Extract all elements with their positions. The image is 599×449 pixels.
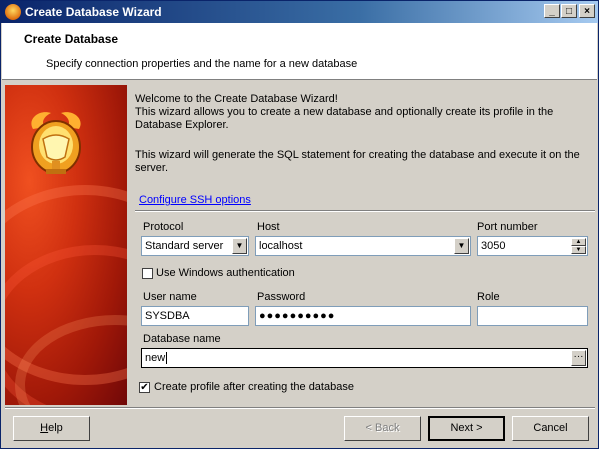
next-button[interactable]: Next > [428,416,505,441]
header-subtitle: Specify connection properties and the na… [46,58,358,70]
wizard-content: Welcome to the Create Database Wizard! T… [128,85,596,405]
wizard-sidebar-image [5,85,127,405]
back-button[interactable]: < Back [344,416,421,441]
window-title: Create Database Wizard [25,5,162,19]
windows-auth-checkbox[interactable] [142,268,153,279]
app-icon [5,4,21,20]
chevron-down-icon[interactable]: ▼ [454,238,469,254]
protocol-label: Protocol [143,221,184,233]
minimize-button[interactable]: _ [544,4,560,18]
help-button[interactable]: Help [13,416,90,441]
password-label: Password [257,291,306,303]
windows-auth-label: Use Windows authentication [156,267,295,279]
username-label: User name [143,291,197,303]
create-profile-checkbox[interactable]: ✔ [139,382,150,393]
password-input[interactable]: ●●●●●●●●●● [255,306,471,326]
protocol-select[interactable]: Standard server ▼ [141,236,249,256]
spin-down-icon[interactable]: ▼ [571,246,586,254]
host-combobox[interactable]: localhost ▼ [255,236,471,256]
chevron-down-icon[interactable]: ▼ [232,238,247,254]
username-input[interactable]: SYSDBA [141,306,249,326]
intro-line-4: This wizard will generate the SQL statem… [135,149,580,161]
title-bar[interactable]: Create Database Wizard _ □ × [1,1,598,23]
role-input[interactable] [477,306,588,326]
intro-line-2: This wizard allows you to create a new d… [135,106,554,118]
maximize-button[interactable]: □ [561,4,577,18]
footer-divider [5,407,595,409]
divider [135,210,595,212]
spin-up-icon[interactable]: ▲ [571,238,586,246]
dbname-input[interactable]: new ··· [141,348,588,368]
role-label: Role [477,291,500,303]
configure-ssh-link[interactable]: Configure SSH options [139,194,251,206]
create-profile-label: Create profile after creating the databa… [154,381,354,393]
dbname-label: Database name [143,333,221,345]
intro-line-1: Welcome to the Create Database Wizard! [135,93,338,105]
cancel-button[interactable]: Cancel [512,416,589,441]
port-label: Port number [477,221,538,233]
host-label: Host [257,221,280,233]
wizard-window: Create Database Wizard _ □ × Create Data… [0,0,599,449]
intro-line-5: server. [135,162,169,174]
wizard-header: Create Database Specify connection prope… [2,23,597,80]
port-spinbox[interactable]: 3050 ▲ ▼ [477,236,588,256]
firebird-logo-icon [31,112,81,174]
header-title: Create Database [24,32,119,46]
close-button[interactable]: × [579,4,595,18]
intro-line-3: Database Explorer. [135,119,229,131]
browse-icon[interactable]: ··· [571,350,586,366]
